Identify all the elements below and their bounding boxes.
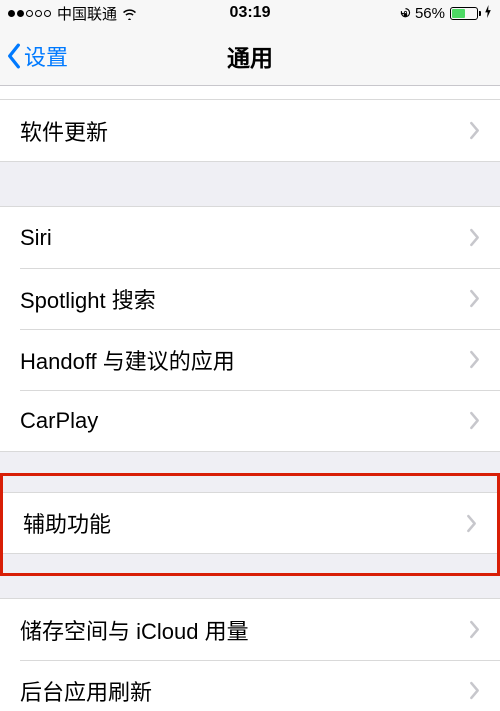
row-handoff[interactable]: Handoff 与建议的应用 [0, 329, 500, 390]
row-label: Handoff 与建议的应用 [20, 344, 235, 376]
row-spotlight[interactable]: Spotlight 搜索 [0, 268, 500, 329]
charging-icon [484, 5, 492, 21]
signal-strength-icon [8, 10, 51, 17]
row-carplay[interactable]: CarPlay [0, 390, 500, 451]
row-accessibility[interactable]: 辅助功能 [3, 493, 497, 553]
battery-icon [450, 7, 481, 20]
nav-bar: 设置 通用 [0, 26, 500, 86]
status-time: 03:19 [230, 4, 271, 22]
partial-row-top [0, 86, 500, 100]
row-label: 软件更新 [20, 115, 108, 147]
row-label: 后台应用刷新 [20, 675, 152, 707]
chevron-right-icon [469, 411, 480, 430]
group-siri: Siri Spotlight 搜索 Handoff 与建议的应用 CarPlay [0, 206, 500, 452]
page-title: 通用 [227, 39, 273, 73]
row-label: 储存空间与 iCloud 用量 [20, 614, 249, 646]
chevron-right-icon [466, 514, 477, 533]
chevron-right-icon [469, 681, 480, 700]
group-accessibility: 辅助功能 [3, 492, 497, 554]
orientation-lock-icon [399, 7, 412, 20]
battery-percent-label: 56% [415, 5, 445, 22]
status-right: 56% [399, 5, 492, 22]
row-software-update[interactable]: 软件更新 [0, 100, 500, 161]
row-label: Spotlight 搜索 [20, 283, 156, 315]
row-label: CarPlay [20, 408, 98, 434]
row-storage-icloud[interactable]: 储存空间与 iCloud 用量 [0, 599, 500, 660]
back-label: 设置 [24, 40, 68, 72]
group-storage: 储存空间与 iCloud 用量 后台应用刷新 [0, 598, 500, 711]
wifi-icon [121, 6, 138, 20]
back-button[interactable]: 设置 [0, 40, 68, 72]
carrier-label: 中国联通 [57, 3, 117, 24]
row-label: 辅助功能 [23, 507, 111, 539]
row-siri[interactable]: Siri [0, 207, 500, 268]
highlight-accessibility: 辅助功能 [0, 473, 500, 576]
chevron-left-icon [6, 43, 22, 69]
group-software-update: 软件更新 [0, 100, 500, 162]
chevron-right-icon [469, 228, 480, 247]
row-label: Siri [20, 225, 52, 251]
chevron-right-icon [469, 289, 480, 308]
row-background-refresh[interactable]: 后台应用刷新 [0, 660, 500, 711]
status-left: 中国联通 [8, 3, 138, 24]
chevron-right-icon [469, 121, 480, 140]
chevron-right-icon [469, 620, 480, 639]
status-bar: 中国联通 03:19 56% [0, 0, 500, 26]
chevron-right-icon [469, 350, 480, 369]
